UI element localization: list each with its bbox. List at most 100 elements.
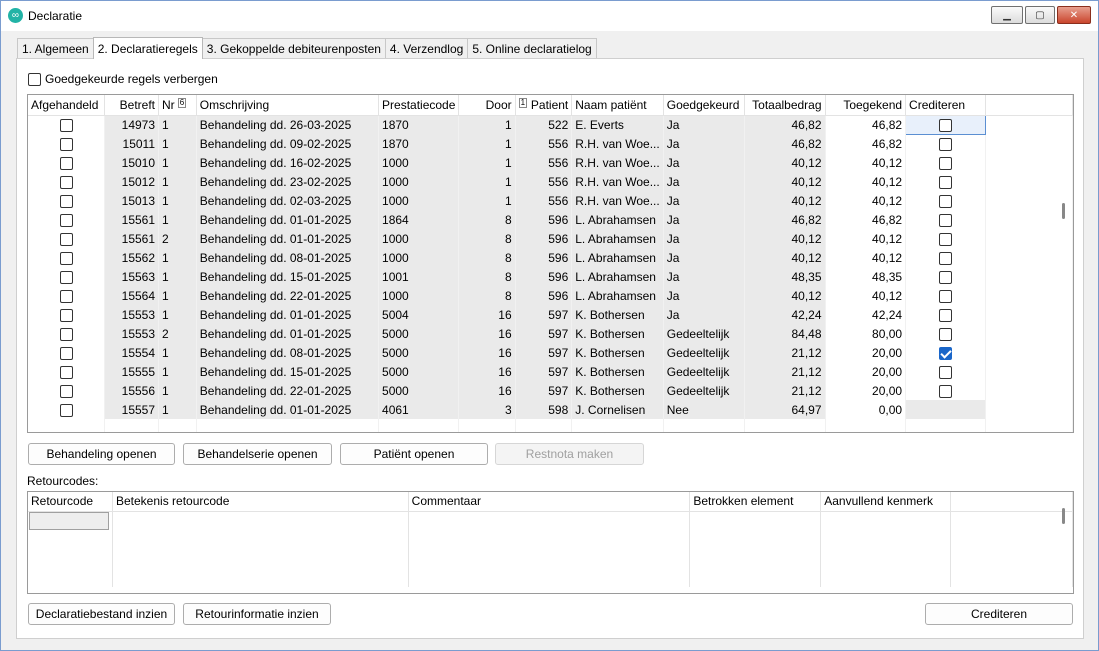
- table-row[interactable]: 15563 1 Behandeling dd. 15-01-2025 1001 8 596…: [28, 267, 1073, 286]
- afgehandeld-cell[interactable]: [28, 153, 106, 172]
- crediteren-cell[interactable]: [905, 172, 986, 191]
- table-row[interactable]: 15555 1 Behandeling dd. 15-01-2025 5000 16 59…: [28, 362, 1073, 381]
- col-patient[interactable]: 1 Patient: [515, 95, 573, 116]
- behandeling-openen-button[interactable]: Behandeling openen: [28, 443, 175, 465]
- retourinformatie-inzien-button[interactable]: Retourinformatie inzien: [183, 603, 331, 625]
- col-nr[interactable]: Nr 6: [158, 95, 197, 116]
- tab-online-declaratielog[interactable]: 5. Online declaratielog: [467, 38, 597, 59]
- table-row[interactable]: 15013 1 Behandeling dd. 02-03-2025 1000 1 556…: [28, 191, 1073, 210]
- afgehandeld-cell[interactable]: [28, 229, 106, 248]
- crediteren-cell[interactable]: [905, 381, 986, 400]
- table-row[interactable]: 15562 1 Behandeling dd. 08-01-2025 1000 8 596…: [28, 248, 1073, 267]
- afgehandeld-checkbox[interactable]: [59, 270, 73, 284]
- crediteren-cell[interactable]: [905, 153, 986, 172]
- afgehandeld-cell[interactable]: [28, 362, 106, 381]
- afgehandeld-checkbox[interactable]: [59, 118, 73, 132]
- table-row[interactable]: 15557 1 Behandeling dd. 01-01-2025 4061 3 598…: [28, 400, 1073, 419]
- crediteren-cell[interactable]: [905, 286, 986, 305]
- afgehandeld-checkbox[interactable]: [59, 346, 73, 360]
- afgehandeld-checkbox[interactable]: [59, 365, 73, 379]
- col-betekenis-retourcode[interactable]: Betekenis retourcode: [112, 492, 409, 512]
- patient-openen-button[interactable]: Patiënt openen: [340, 443, 488, 465]
- retourcode-cell[interactable]: [28, 511, 113, 530]
- crediteren-checkbox[interactable]: [938, 213, 952, 227]
- afgehandeld-checkbox[interactable]: [59, 251, 73, 265]
- afgehandeld-checkbox[interactable]: [59, 384, 73, 398]
- table-row[interactable]: 15561 1 Behandeling dd. 01-01-2025 1864 8 596…: [28, 210, 1073, 229]
- declaratieregels-grid[interactable]: Afgehandeld Betreft Nr 6 Omschrijving Pre…: [27, 94, 1074, 433]
- crediteren-checkbox[interactable]: [938, 270, 952, 284]
- col-goedgekeurd[interactable]: Goedgekeurd: [663, 95, 745, 116]
- afgehandeld-checkbox[interactable]: [59, 175, 73, 189]
- table-row[interactable]: 15561 2 Behandeling dd. 01-01-2025 1000 8 596…: [28, 229, 1073, 248]
- col-commentaar[interactable]: Commentaar: [408, 492, 691, 512]
- crediteren-cell[interactable]: [905, 210, 986, 229]
- crediteren-button[interactable]: Crediteren: [925, 603, 1073, 625]
- crediteren-cell[interactable]: [905, 362, 986, 381]
- crediteren-cell[interactable]: [905, 267, 986, 286]
- crediteren-cell[interactable]: [905, 343, 986, 362]
- col-door[interactable]: Door: [458, 95, 516, 116]
- afgehandeld-cell[interactable]: [28, 134, 106, 153]
- afgehandeld-cell[interactable]: [28, 324, 106, 343]
- table-row[interactable]: 15564 1 Behandeling dd. 22-01-2025 1000 8 596…: [28, 286, 1073, 305]
- crediteren-checkbox[interactable]: [938, 194, 952, 208]
- crediteren-checkbox[interactable]: [938, 308, 952, 322]
- table-row[interactable]: 15011 1 Behandeling dd. 09-02-2025 1870 1 556…: [28, 134, 1073, 153]
- crediteren-checkbox[interactable]: [938, 232, 952, 246]
- col-betreft[interactable]: Betreft: [104, 95, 160, 116]
- col-totaalbedrag[interactable]: Totaalbedrag: [744, 95, 826, 116]
- crediteren-checkbox[interactable]: [938, 289, 952, 303]
- crediteren-cell[interactable]: [905, 114, 986, 135]
- afgehandeld-cell[interactable]: [28, 267, 106, 286]
- crediteren-cell[interactable]: [905, 229, 986, 248]
- crediteren-checkbox[interactable]: [938, 327, 952, 341]
- hide-approved-checkbox[interactable]: [28, 72, 41, 86]
- afgehandeld-checkbox[interactable]: [59, 327, 73, 341]
- afgehandeld-checkbox[interactable]: [59, 289, 73, 303]
- grid-scrollbar-thumb[interactable]: [1062, 203, 1065, 219]
- afgehandeld-checkbox[interactable]: [59, 137, 73, 151]
- col-naam-patient[interactable]: Naam patiënt: [571, 95, 664, 116]
- afgehandeld-checkbox[interactable]: [59, 156, 73, 170]
- afgehandeld-cell[interactable]: [28, 191, 106, 210]
- tab-algemeen[interactable]: 1. Algemeen: [17, 38, 94, 59]
- crediteren-checkbox[interactable]: [938, 251, 952, 265]
- col-betrokken-element[interactable]: Betrokken element: [689, 492, 822, 512]
- crediteren-cell[interactable]: [905, 248, 986, 267]
- close-button[interactable]: ✕: [1057, 6, 1091, 24]
- afgehandeld-cell[interactable]: [28, 343, 106, 362]
- tab-gekoppelde-debiteurenposten[interactable]: 3. Gekoppelde debiteurenposten: [201, 38, 386, 59]
- minimize-button[interactable]: ▁: [991, 6, 1023, 24]
- table-row[interactable]: 15554 1 Behandeling dd. 08-01-2025 5000 16 59…: [28, 343, 1073, 362]
- afgehandeld-checkbox[interactable]: [59, 213, 73, 227]
- restnota-maken-button[interactable]: Restnota maken: [495, 443, 644, 465]
- afgehandeld-checkbox[interactable]: [59, 194, 73, 208]
- crediteren-cell[interactable]: [905, 191, 986, 210]
- crediteren-checkbox[interactable]: [938, 346, 952, 360]
- retourcode-input[interactable]: [29, 511, 109, 530]
- table-row[interactable]: 15553 2 Behandeling dd. 01-01-2025 5000 16 59…: [28, 324, 1073, 343]
- col-omschrijving[interactable]: Omschrijving: [196, 95, 380, 116]
- tab-declaratieregels[interactable]: 2. Declaratieregels: [92, 37, 203, 59]
- afgehandeld-checkbox[interactable]: [59, 232, 73, 246]
- afgehandeld-checkbox[interactable]: [59, 403, 73, 417]
- table-row[interactable]: 15012 1 Behandeling dd. 23-02-2025 1000 1 556…: [28, 172, 1073, 191]
- declaratiebestand-inzien-button[interactable]: Declaratiebestand inzien: [28, 603, 175, 625]
- afgehandeld-cell[interactable]: [28, 172, 106, 191]
- tab-verzendlog[interactable]: 4. Verzendlog: [384, 38, 469, 59]
- retourcodes-grid[interactable]: Retourcode Betekenis retourcode Commenta…: [27, 491, 1074, 594]
- table-row[interactable]: 15010 1 Behandeling dd. 16-02-2025 1000 1 556…: [28, 153, 1073, 172]
- col-retourcode[interactable]: Retourcode: [28, 492, 113, 512]
- maximize-button[interactable]: ▢: [1025, 6, 1055, 24]
- table-row[interactable]: 15556 1 Behandeling dd. 22-01-2025 5000 16 59…: [28, 381, 1073, 400]
- col-aanvullend-kenmerk[interactable]: Aanvullend kenmerk: [820, 492, 952, 512]
- crediteren-checkbox[interactable]: [938, 137, 952, 151]
- col-crediteren[interactable]: Crediteren: [905, 95, 986, 116]
- crediteren-checkbox[interactable]: [938, 365, 952, 379]
- col-toegekend[interactable]: Toegekend: [825, 95, 907, 116]
- afgehandeld-cell[interactable]: [28, 400, 106, 419]
- afgehandeld-cell[interactable]: [28, 286, 106, 305]
- behandelserie-openen-button[interactable]: Behandelserie openen: [183, 443, 332, 465]
- crediteren-checkbox[interactable]: [938, 175, 952, 189]
